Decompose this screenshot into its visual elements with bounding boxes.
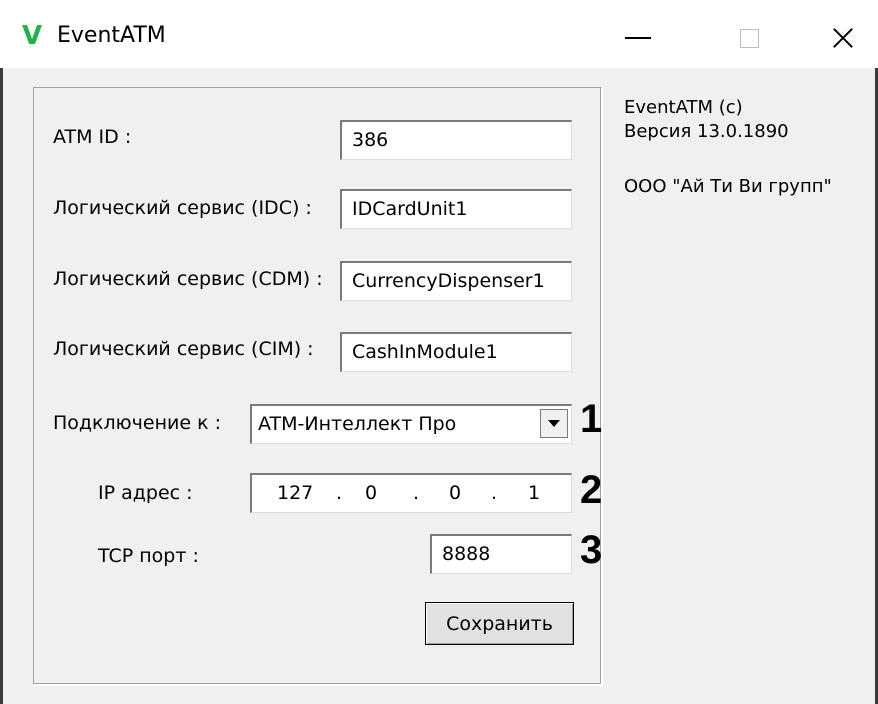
window-title: EventATM <box>57 23 166 48</box>
cim-input[interactable]: CashInModule1 <box>340 332 572 372</box>
ip-octet-3[interactable]: 0 <box>449 475 461 512</box>
tcp-port-input[interactable]: 8888 <box>430 534 572 574</box>
ip-dot-1: . <box>336 482 343 504</box>
ip-octet-4[interactable]: 1 <box>528 475 540 512</box>
top-strip <box>0 0 878 8</box>
cdm-input[interactable]: CurrencyDispenser1 <box>340 261 572 301</box>
company-name: ООО "Ай Ти Ви групп" <box>624 176 832 197</box>
idc-input[interactable]: IDCardUnit1 <box>340 189 572 229</box>
settings-group <box>33 87 602 685</box>
save-button[interactable]: Сохранить <box>425 602 574 645</box>
cdm-label: Логический сервис (CDM) : <box>53 268 323 290</box>
connect-selected-value: ATM-Интеллект Про <box>258 413 457 435</box>
ip-octet-2[interactable]: 0 <box>365 475 377 512</box>
minimize-button[interactable] <box>593 8 683 68</box>
window-border-left <box>0 68 3 704</box>
cim-label: Логический сервис (CIM) : <box>53 338 314 360</box>
title-bar[interactable]: V EventATM <box>0 8 878 68</box>
atm-id-input[interactable]: 386 <box>340 120 572 160</box>
atm-id-label: ATM ID : <box>53 126 132 148</box>
connect-select[interactable]: ATM-Интеллект Про <box>250 404 572 444</box>
close-icon <box>833 28 853 48</box>
maximize-button[interactable] <box>704 8 794 68</box>
maximize-icon <box>739 28 759 48</box>
app-copyright: EventATM (c) <box>624 97 743 118</box>
chevron-down-icon <box>548 420 560 427</box>
ip-dot-2: . <box>413 482 420 504</box>
callout-1: 1 <box>580 397 603 441</box>
close-button[interactable] <box>798 8 878 68</box>
minimize-icon <box>625 37 651 39</box>
tcp-port-label: TCP порт : <box>98 545 199 567</box>
ip-dot-3: . <box>491 482 498 504</box>
dropdown-button[interactable] <box>540 409 568 438</box>
connect-label: Подключение к : <box>53 412 221 434</box>
callout-2: 2 <box>580 468 603 512</box>
app-logo: V <box>22 21 43 51</box>
app-version: Версия 13.0.1890 <box>624 121 789 142</box>
ip-octet-1[interactable]: 127 <box>277 475 313 512</box>
ip-label: IP адрес : <box>98 482 193 504</box>
ip-address-input[interactable]: 127 . 0 . 0 . 1 <box>250 473 572 513</box>
idc-label: Логический сервис (IDC) : <box>53 197 312 219</box>
callout-3: 3 <box>580 528 603 572</box>
